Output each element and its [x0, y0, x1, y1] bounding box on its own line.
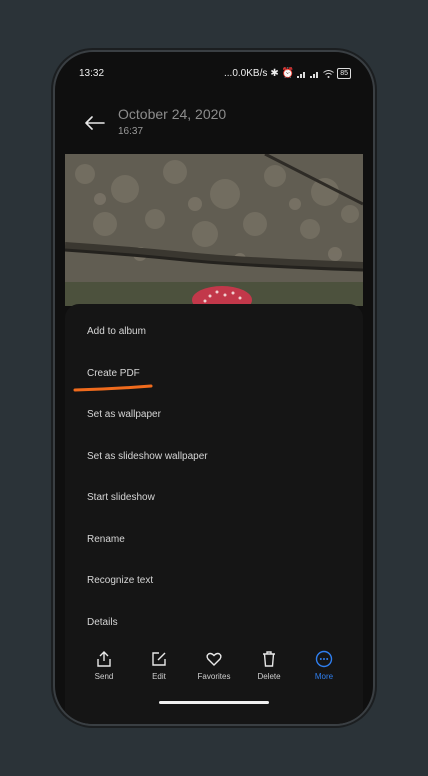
more-label: More [314, 672, 334, 681]
edit-icon [152, 652, 166, 666]
photo-date-title: October 24, 2020 [118, 106, 227, 122]
delete-button[interactable]: Delete [244, 650, 294, 681]
phone-frame: 13:32 ...0.0KB/s ✱ ⏰ 85 October 24, 2020… [55, 52, 373, 724]
favorites-label: Favorites [197, 672, 231, 681]
menu-item-add-to-album[interactable]: Add to album [87, 326, 146, 337]
network-speed: ...0.0KB/s [224, 68, 268, 79]
menu-item-start-slideshow[interactable]: Start slideshow [87, 492, 155, 503]
menu-item-set-as-wallpaper[interactable]: Set as wallpaper [87, 409, 161, 420]
status-icons: ...0.0KB/s ✱ ⏰ 85 [224, 68, 351, 79]
bottom-toolbar: Send Edit Favorites Delete More [65, 650, 363, 700]
home-indicator[interactable] [159, 701, 269, 704]
favorites-button[interactable]: Favorites [189, 650, 239, 681]
edit-button[interactable]: Edit [134, 650, 184, 681]
edit-label: Edit [152, 672, 166, 681]
photo-header: October 24, 2020 16:37 [55, 98, 373, 148]
share-icon [97, 651, 111, 667]
more-button[interactable]: More [299, 650, 349, 681]
battery-indicator: 85 [337, 68, 351, 79]
send-button[interactable]: Send [79, 650, 129, 681]
more-icon [315, 650, 333, 668]
bluetooth-icon: ✱ [270, 68, 279, 79]
signal-icon-2 [310, 71, 319, 78]
trash-icon [263, 651, 275, 667]
forest-floor-image [65, 154, 363, 306]
back-arrow-icon[interactable] [85, 116, 105, 130]
photo-preview[interactable] [65, 154, 363, 306]
wifi-icon [323, 69, 335, 78]
power-button [373, 214, 376, 254]
menu-item-set-as-slideshow-wallpaper[interactable]: Set as slideshow wallpaper [87, 451, 208, 462]
menu-item-details[interactable]: Details [87, 617, 118, 628]
more-options-sheet: Add to album Create PDF Set as wallpaper… [65, 304, 363, 724]
send-label: Send [94, 672, 114, 681]
alarm-icon: ⏰ [281, 68, 295, 79]
menu-item-rename[interactable]: Rename [87, 534, 125, 545]
menu-item-recognize-text[interactable]: Recognize text [87, 575, 153, 586]
photo-time: 16:37 [118, 126, 144, 137]
orange-underline-annotation [73, 384, 153, 392]
delete-label: Delete [257, 672, 281, 681]
status-time: 13:32 [79, 68, 105, 79]
signal-icon [297, 71, 306, 78]
menu-item-create-pdf[interactable]: Create PDF [87, 368, 140, 379]
status-bar: 13:32 ...0.0KB/s ✱ ⏰ 85 [55, 64, 373, 86]
heart-icon [206, 652, 222, 666]
